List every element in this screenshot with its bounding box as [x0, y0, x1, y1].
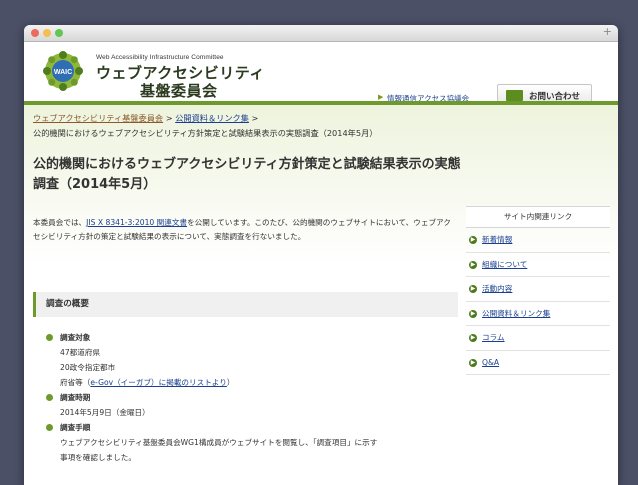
section-heading-overview: 調査の概要 — [33, 292, 458, 317]
chevron-right-icon: ▶ — [378, 93, 384, 101]
arrow-right-icon: ▶ — [469, 334, 477, 342]
target-label: 調査対象 — [60, 333, 91, 342]
target-ministries-before: 府省等（ — [60, 378, 91, 387]
arrow-right-icon: ▶ — [469, 309, 477, 318]
sidebar-related-links: サイト内関連リンク ▶ 新着情報 ▶ 組織について ▶ 活動内容 ▶ 公開資料＆リンク集… — [466, 206, 610, 375]
sidebar-item-column[interactable]: ▶ コラム — [466, 326, 610, 351]
sidebar-item-resources[interactable]: ▶ 公開資料＆リンク集 — [466, 302, 610, 326]
breadcrumb-separator: > — [248, 113, 259, 123]
sidebar-item-label: Q&A — [482, 357, 500, 367]
site-header: WAIC Web Accessibility Infrastructure Co… — [24, 42, 618, 108]
zoom-window-button[interactable] — [55, 29, 63, 37]
arrow-right-icon: ▶ — [469, 260, 477, 269]
browser-window: + WAIC Web Accessibility Infrastructure … — [24, 25, 618, 485]
method-label: 調査手順 — [60, 423, 91, 432]
sidebar-item-news[interactable]: ▶ 新着情報 — [466, 228, 610, 253]
arrow-right-icon: ▶ — [469, 358, 477, 367]
sidebar-item-label: 組織について — [482, 259, 528, 269]
org-name-english: Web Accessibility Infrastructure Committ… — [96, 54, 224, 61]
arrow-right-icon: ▶ — [469, 285, 477, 293]
minimize-window-button[interactable] — [43, 29, 51, 37]
list-item: 調査時期 — [46, 390, 466, 405]
breadcrumb-home[interactable]: ウェブアクセシビリティ基盤委員会 — [33, 113, 163, 123]
list-item: 府省等（e-Gov（イーガブ）に掲載のリストより） — [46, 375, 466, 390]
sidebar-item-label: 公開資料＆リンク集 — [482, 308, 551, 318]
bullet-icon — [46, 424, 53, 431]
list-item: 調査対象 — [46, 330, 466, 345]
list-item: ウェブアクセシビリティ基盤委員会WG1構成員がウェブサイトを閲覧し、「調査項目」… — [60, 438, 378, 447]
bullet-icon — [46, 394, 53, 401]
close-window-button[interactable] — [31, 29, 39, 37]
target-ministries-after: ） — [226, 378, 235, 387]
list-item: 20政令指定都市 — [60, 363, 116, 372]
breadcrumb-section[interactable]: 公開資料＆リンク集 — [175, 113, 249, 123]
list-item: 47都道府県 — [60, 348, 101, 357]
sidebar-title: サイト内関連リンク — [466, 206, 610, 228]
intro-text-before: 本委員会では、 — [33, 218, 87, 227]
jis-documents-link[interactable]: JIS X 8341-3:2010 関連文書 — [86, 218, 187, 227]
overview-list: 調査対象 47都道府県 20政令指定都市 府省等（e-Gov（イーガブ）に掲載の… — [46, 330, 466, 465]
list-item: 調査手順 — [46, 420, 466, 435]
breadcrumb-current: 公的機関におけるウェブアクセシビリティ方針策定と試験結果表示の実態調査（2014… — [33, 128, 378, 138]
sidebar-item-label: 新着情報 — [482, 235, 513, 244]
waic-logo-icon[interactable]: WAIC — [43, 51, 83, 91]
logo-badge-text: WAIC — [54, 69, 72, 76]
arrow-right-icon: ▶ — [469, 236, 477, 244]
title-bar: + — [24, 25, 618, 42]
egov-list-link[interactable]: e-Gov（イーガブ）に掲載のリストより — [90, 378, 226, 387]
mail-icon — [506, 90, 523, 101]
sidebar-item-label: コラム — [482, 333, 505, 342]
list-item: 事項を確認しました。 — [60, 453, 136, 462]
sidebar-item-activities[interactable]: ▶ 活動内容 — [466, 277, 610, 302]
sidebar-item-about[interactable]: ▶ 組織について — [466, 253, 610, 277]
sidebar-item-label: 活動内容 — [482, 284, 513, 293]
list-item: 2014年5月9日（金曜日） — [60, 408, 150, 417]
breadcrumb-separator: > — [163, 113, 176, 123]
bullet-icon — [46, 334, 53, 341]
breadcrumb: ウェブアクセシビリティ基盤委員会 > 公開資料＆リンク集 > 公的機関におけるウ… — [33, 111, 603, 141]
new-tab-icon[interactable]: + — [603, 25, 612, 38]
page-title: 公的機関におけるウェブアクセシビリティ方針策定と試験結果表示の実態調査（2014… — [33, 157, 461, 192]
intro-paragraph: 本委員会では、JIS X 8341-3:2010 関連文書を公開しています。この… — [33, 216, 458, 244]
time-label: 調査時期 — [60, 393, 91, 402]
org-name-line2: 基盤委員会 — [140, 82, 218, 100]
sidebar-item-faq[interactable]: ▶ Q&A — [466, 351, 610, 375]
